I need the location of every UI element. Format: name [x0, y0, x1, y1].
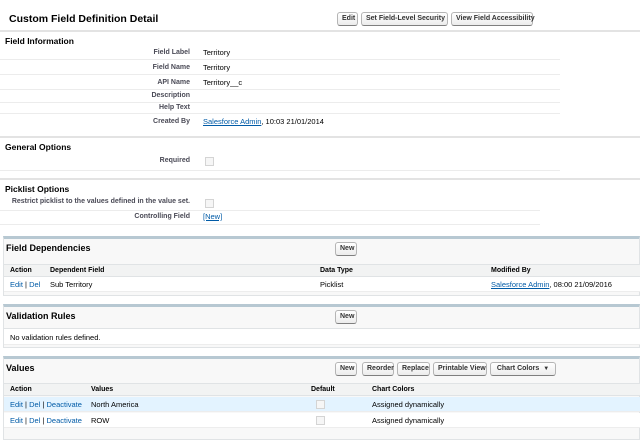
field-dependencies-title: Field Dependencies — [6, 243, 91, 253]
divider — [0, 210, 540, 211]
empty-message-row: No validation rules defined. — [4, 328, 640, 345]
dependent-field-cell: Sub Territory — [50, 280, 93, 289]
modified-by-user-link[interactable]: Salesforce Admin — [491, 280, 549, 289]
column-header: Values — [91, 386, 114, 393]
row-actions: Edit | Del — [10, 280, 40, 289]
delete-link[interactable]: Del — [29, 400, 40, 409]
column-header: Modified By — [491, 267, 531, 274]
printable-view-button[interactable]: Printable View — [433, 362, 487, 376]
column-header: Dependent Field — [50, 267, 105, 274]
edit-link[interactable]: Edit — [10, 400, 23, 409]
created-by-user-link[interactable]: Salesforce Admin — [203, 117, 261, 126]
field-name-value: Territory — [203, 63, 231, 72]
column-header: Action — [10, 386, 32, 393]
values-table-header: Action Values Default Chart Colors — [4, 383, 640, 396]
set-field-level-security-button[interactable]: Set Field-Level Security — [361, 12, 448, 26]
general-options-section: General Options — [0, 136, 640, 152]
modified-by-cell: Salesforce Admin, 08:00 21/09/2016 — [491, 280, 612, 289]
section-heading: General Options — [5, 142, 72, 152]
chart-color-cell: Assigned dynamically — [372, 416, 445, 425]
view-field-accessibility-button[interactable]: View Field Accessibility — [451, 12, 535, 26]
edit-link[interactable]: Edit — [10, 416, 23, 425]
field-label-value: Territory — [203, 48, 231, 57]
modified-by-timestamp: , 08:00 21/09/2016 — [549, 280, 612, 289]
row-actions: Edit | Del | Deactivate — [10, 416, 82, 425]
action-separator: | — [25, 400, 27, 409]
new-value-button[interactable]: New — [335, 362, 357, 376]
field-label-label: Field Label — [153, 49, 190, 56]
dependencies-table-header: Action Dependent Field Data Type Modifie… — [4, 264, 640, 277]
action-separator: | — [42, 400, 45, 409]
table-row: Edit | Del Sub Territory Picklist Salesf… — [4, 277, 640, 292]
picklist-options-section: Picklist Options — [0, 178, 640, 194]
edit-button[interactable]: Edit — [337, 12, 358, 26]
deactivate-link[interactable]: Deactivate — [46, 400, 81, 409]
required-checkbox — [205, 157, 214, 166]
action-separator: | — [25, 416, 27, 425]
action-separator: | — [25, 280, 27, 289]
column-header: Chart Colors — [372, 386, 415, 393]
column-header: Data Type — [320, 267, 353, 274]
new-validation-rule-button[interactable]: New — [335, 310, 357, 324]
edit-link[interactable]: Edit — [10, 280, 23, 289]
row-actions: Edit | Del | Deactivate — [10, 400, 82, 409]
created-by-timestamp: , 10:03 21/01/2014 — [261, 117, 324, 126]
validation-rules-title: Validation Rules — [6, 311, 76, 321]
divider — [0, 89, 560, 90]
required-label: Required — [159, 157, 190, 164]
new-dependency-button[interactable]: New — [335, 242, 357, 256]
chart-colors-label: Chart Colors — [496, 365, 540, 372]
action-separator: | — [42, 416, 45, 425]
restrict-picklist-checkbox — [205, 199, 214, 208]
section-heading: Picklist Options — [5, 184, 70, 194]
deactivate-link[interactable]: Deactivate — [46, 416, 81, 425]
chart-color-cell: Assigned dynamically — [372, 400, 445, 409]
created-by-label: Created By — [153, 118, 190, 125]
reorder-button[interactable]: Reorder — [362, 362, 394, 376]
section-heading: Field Information — [5, 36, 74, 46]
table-row: Edit | Del | Deactivate North America As… — [4, 397, 640, 412]
divider — [0, 102, 560, 103]
values-title: Values — [6, 363, 35, 373]
description-label: Description — [151, 92, 190, 99]
api-name-value: Territory__c — [203, 78, 243, 87]
divider — [0, 113, 560, 114]
field-information-section: Field Information — [0, 30, 640, 46]
created-by-value: Salesforce Admin, 10:03 21/01/2014 — [203, 117, 324, 126]
default-checkbox — [316, 416, 325, 425]
divider — [0, 224, 540, 225]
value-cell: ROW — [91, 416, 110, 425]
data-type-cell: Picklist — [320, 280, 344, 289]
default-checkbox — [316, 400, 325, 409]
replace-button[interactable]: Replace — [397, 362, 430, 376]
divider — [0, 59, 560, 60]
divider — [0, 170, 560, 171]
controlling-field-label: Controlling Field — [134, 213, 190, 220]
divider — [0, 74, 560, 75]
column-header: Default — [311, 386, 335, 393]
restrict-picklist-label: Restrict picklist to the values defined … — [11, 198, 190, 205]
controlling-field-new-link[interactable]: [New] — [203, 212, 222, 221]
chevron-down-icon: ▼ — [543, 366, 550, 372]
delete-link[interactable]: Del — [29, 280, 40, 289]
table-row: Edit | Del | Deactivate ROW Assigned dyn… — [4, 413, 640, 428]
chart-colors-button[interactable]: Chart Colors ▼ — [490, 362, 556, 376]
api-name-label: API Name — [157, 79, 190, 86]
field-name-label: Field Name — [152, 64, 190, 71]
controlling-field-link[interactable]: [New] — [203, 212, 222, 221]
empty-message: No validation rules defined. — [10, 333, 101, 342]
delete-link[interactable]: Del — [29, 416, 40, 425]
help-text-label: Help Text — [159, 104, 190, 111]
column-header: Action — [10, 267, 32, 274]
page-title: Custom Field Definition Detail — [9, 13, 159, 25]
value-cell: North America — [91, 400, 139, 409]
